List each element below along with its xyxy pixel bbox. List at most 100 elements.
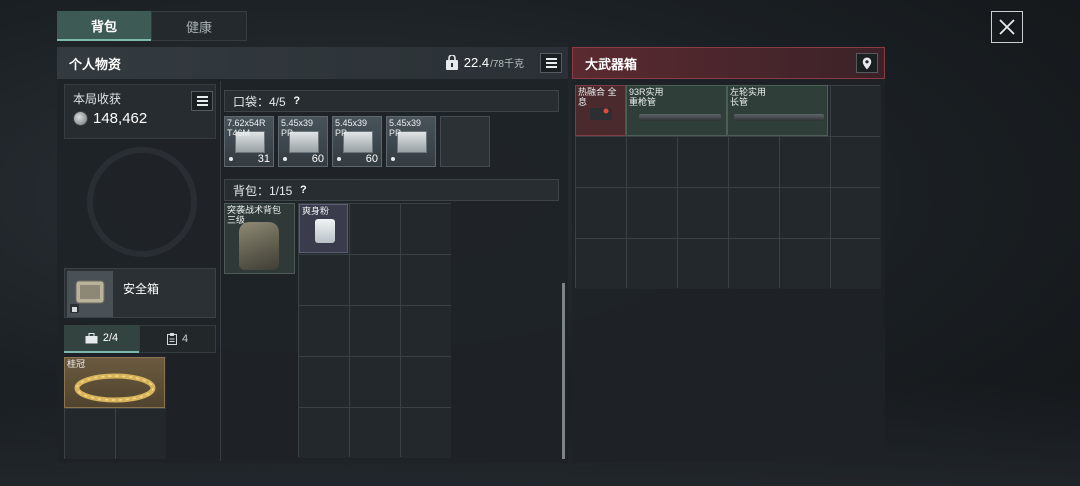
grid-cell[interactable] xyxy=(729,239,779,289)
laurel-crown-item[interactable]: 桂冠 xyxy=(64,357,165,408)
list-icon xyxy=(545,58,557,60)
sort-button[interactable] xyxy=(540,53,562,73)
weapon-crate-panel: 大武器箱 热融合 全息 93R实用 重枪管 左轮实用 长管 xyxy=(572,47,885,463)
grid-cell[interactable] xyxy=(401,255,451,305)
tab-clipboard[interactable]: 4 xyxy=(139,325,216,353)
backpack-header: 背包：1/15 ? xyxy=(224,179,559,201)
powder-jar-icon xyxy=(315,219,335,243)
item-label: 5.45x39 PP xyxy=(389,118,422,138)
panel-title: 个人物资 xyxy=(69,56,122,72)
coin-icon xyxy=(73,111,88,126)
pocket-slot-ammo-1[interactable]: 7.62x54R T46M 31 xyxy=(224,116,274,167)
grid-cell[interactable] xyxy=(350,357,400,407)
location-pin-icon xyxy=(862,57,872,69)
grid-cell[interactable] xyxy=(576,188,626,238)
grid-cell[interactable] xyxy=(401,204,451,254)
pocket-slot-empty[interactable] xyxy=(440,116,490,167)
powder-item[interactable]: 爽身粉 xyxy=(299,204,348,253)
grid-cell[interactable] xyxy=(350,306,400,356)
status-dot xyxy=(229,157,233,161)
grid-cell[interactable] xyxy=(729,137,779,187)
grid-cell[interactable] xyxy=(831,239,881,289)
item-count: 60 xyxy=(311,153,324,165)
grid-cell[interactable] xyxy=(780,137,830,187)
item-label: 5.45x39 PP xyxy=(335,118,368,138)
grid-cell[interactable] xyxy=(678,137,728,187)
grid-cell[interactable] xyxy=(780,188,830,238)
grid-cell[interactable] xyxy=(576,137,626,187)
pocket-slot-ammo-2[interactable]: 5.45x39 PP 60 xyxy=(278,116,328,167)
gains-value-row: 148,462 xyxy=(73,110,207,127)
pocket-help-icon[interactable]: ? xyxy=(290,95,304,107)
barrel-icon xyxy=(734,114,824,121)
grid-cell[interactable] xyxy=(678,188,728,238)
grid-cell[interactable] xyxy=(627,239,677,289)
grid-cell[interactable] xyxy=(401,408,451,458)
case-tabs: 2/4 4 xyxy=(64,325,216,353)
briefcase-icon xyxy=(85,332,98,343)
grid-cell[interactable] xyxy=(350,408,400,458)
clipboard-count: 4 xyxy=(181,333,189,345)
holo-sight-item[interactable]: 热融合 全息 xyxy=(575,85,626,136)
crate-title: 大武器箱 xyxy=(585,56,638,72)
holo-sight-icon xyxy=(590,108,612,120)
grid-cell[interactable] xyxy=(401,357,451,407)
laurel-crown-icon xyxy=(74,373,156,403)
grid-cell[interactable] xyxy=(576,239,626,289)
item-label: 5.45x39 PP xyxy=(281,118,314,138)
barrel-icon xyxy=(639,114,721,121)
grid-cell[interactable] xyxy=(299,255,349,305)
scrollbar[interactable] xyxy=(562,283,565,459)
grid-cell[interactable] xyxy=(299,306,349,356)
tab-secure-case[interactable]: 2/4 xyxy=(64,325,139,353)
grid-cell[interactable] xyxy=(831,137,881,187)
close-button[interactable] xyxy=(991,11,1023,43)
weight-icon xyxy=(445,55,458,70)
grid-cell[interactable] xyxy=(65,409,115,459)
tab-backpack[interactable]: 背包 xyxy=(57,11,151,41)
status-dot xyxy=(337,157,341,161)
safe-box-slot[interactable]: 安全箱 xyxy=(64,268,216,318)
grid-cell[interactable] xyxy=(678,239,728,289)
secure-case-count: 2/4 xyxy=(102,332,119,344)
close-icon xyxy=(999,19,1015,35)
grid-cell[interactable] xyxy=(401,306,451,356)
gains-detail-button[interactable] xyxy=(191,91,213,111)
grid-cell[interactable] xyxy=(627,137,677,187)
list-icon xyxy=(196,96,208,98)
gains-value: 148,462 xyxy=(93,110,148,127)
grid-cell[interactable] xyxy=(831,86,881,136)
crate-header: 大武器箱 xyxy=(572,47,885,79)
pocket-title: 口袋：4/5 xyxy=(233,94,286,109)
tab-health[interactable]: 健康 xyxy=(151,11,247,41)
backpack-help-icon[interactable]: ? xyxy=(296,184,310,196)
grid-cell[interactable] xyxy=(116,409,166,459)
item-label: 左轮实用 长管 xyxy=(730,87,767,107)
item-count: 60 xyxy=(365,153,378,165)
item-label: 爽身粉 xyxy=(302,206,330,216)
gains-label: 本局收获 xyxy=(73,92,122,106)
backpack-title: 背包：1/15 xyxy=(233,183,293,198)
item-label: 7.62x54R T46M xyxy=(227,118,266,138)
grid-cell[interactable] xyxy=(350,204,400,254)
long-barrel-item[interactable]: 左轮实用 长管 xyxy=(727,85,828,136)
grid-cell[interactable] xyxy=(627,188,677,238)
grid-cell[interactable] xyxy=(729,188,779,238)
pocket-slot-ammo-4[interactable]: 5.45x39 PP xyxy=(386,116,436,167)
weight-max: /78千克 xyxy=(490,59,524,70)
safe-box-label: 安全箱 xyxy=(123,282,160,296)
backpack-icon xyxy=(239,222,279,270)
tactical-backpack-item[interactable]: 突袭战术背包 三级 xyxy=(224,203,295,274)
location-button[interactable] xyxy=(856,53,878,73)
heavy-barrel-item[interactable]: 93R实用 重枪管 xyxy=(626,85,727,136)
grid-cell[interactable] xyxy=(350,255,400,305)
status-dot xyxy=(391,157,395,161)
column-divider xyxy=(220,81,221,461)
grid-cell[interactable] xyxy=(780,239,830,289)
safe-box-icon xyxy=(70,280,105,313)
pocket-slot-ammo-3[interactable]: 5.45x39 PP 60 xyxy=(332,116,382,167)
grid-cell[interactable] xyxy=(299,408,349,458)
faction-emblem xyxy=(87,147,197,257)
grid-cell[interactable] xyxy=(299,357,349,407)
grid-cell[interactable] xyxy=(831,188,881,238)
